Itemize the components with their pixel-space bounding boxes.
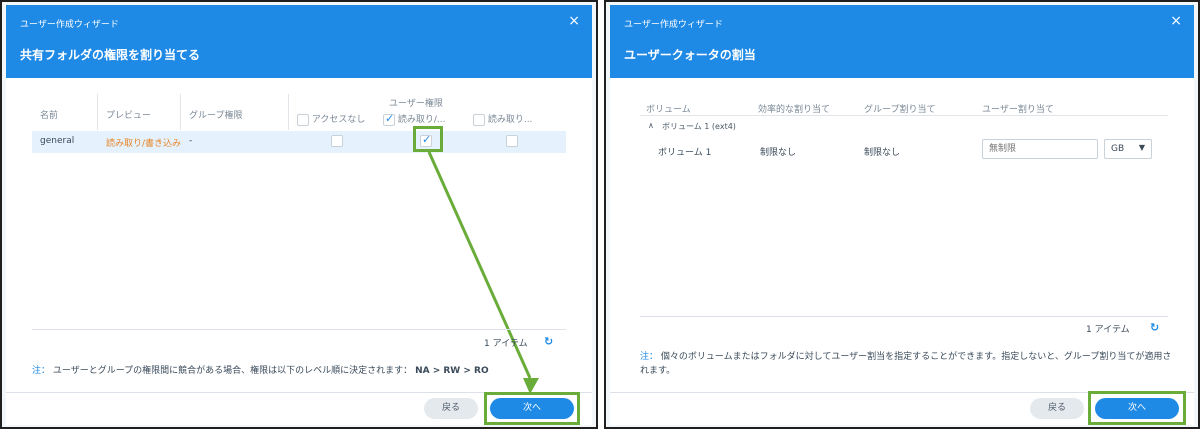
unit-value: GB [1111, 144, 1125, 154]
refresh-icon[interactable]: ↻ [1150, 321, 1159, 334]
permissions-table: 名前 プレビュー グループ権限 ユーザー権限 アクセスなし 読み取り/... 読… [32, 94, 566, 154]
volume-group-row[interactable]: ∧ ボリューム 1 (ext4) [640, 116, 1168, 136]
note: 注： 個々のボリュームまたはフォルダに対してユーザー割当を指定することができます… [640, 350, 1174, 378]
no-access-checkbox[interactable] [331, 135, 343, 147]
next-button[interactable]: 次へ [1095, 398, 1179, 419]
dialog-header: ユーザー作成ウィザード × ユーザークォータの割当 [610, 5, 1194, 78]
close-icon[interactable]: × [1170, 13, 1182, 29]
row-group-quota: 制限なし [864, 148, 901, 158]
share-permissions-dialog: ユーザー作成ウィザード × 共有フォルダの権限を割り当てる 名前 プレビュー グ… [0, 0, 598, 429]
next-button[interactable]: 次へ [490, 398, 574, 419]
chevron-up-icon[interactable]: ∧ [648, 121, 654, 130]
quota-table-header: ボリューム 効率的な割り当て グループ割り当て ユーザー割り当て [640, 94, 1168, 116]
refresh-icon[interactable]: ↻ [544, 335, 553, 348]
column-header-preview[interactable]: プレビュー [98, 94, 181, 130]
dialog-body: ボリューム 効率的な割り当て グループ割り当て ユーザー割り当て ∧ ボリューム… [610, 78, 1194, 425]
table-row[interactable]: general 読み取り/書き込み - [32, 131, 566, 153]
row-group-permission: - [189, 136, 193, 146]
table-divider [640, 316, 1168, 317]
read-only-checkbox[interactable] [506, 135, 518, 147]
row-preview: 読み取り/書き込み [106, 139, 182, 149]
column-header-user-quota[interactable]: ユーザー割り当て [982, 102, 1054, 115]
read-only-header-checkbox[interactable] [473, 113, 485, 126]
read-write-header-checkbox[interactable] [383, 113, 395, 126]
read-write-highlight-box [413, 126, 443, 152]
note: 注： ユーザーとグループの権限間に競合がある場合、権限は以下のレベル順に決定され… [32, 364, 532, 378]
dialog-header: ユーザー作成ウィザード × 共有フォルダの権限を割り当てる [6, 5, 592, 78]
item-count: 1 アイテム [1086, 325, 1130, 335]
wizard-title: ユーザー作成ウィザード [624, 20, 723, 30]
back-button[interactable]: 戻る [424, 398, 478, 419]
step-title: 共有フォルダの権限を割り当てる [20, 48, 201, 62]
row-name: general [40, 136, 75, 146]
dialog-body: 名前 プレビュー グループ権限 ユーザー権限 アクセスなし 読み取り/... 読… [6, 78, 592, 425]
note-levels: NA > RW > RO [415, 366, 489, 376]
note-text: ユーザーとグループの権限間に競合がある場合、権限は以下のレベル順に決定されます： [52, 366, 413, 376]
user-quota-input[interactable] [982, 139, 1098, 159]
step-title: ユーザークォータの割当 [624, 48, 756, 62]
item-count: 1 アイテム [484, 339, 528, 349]
column-header-effective[interactable]: 効率的な割り当て [758, 102, 830, 115]
user-quota-dialog: ユーザー作成ウィザード × ユーザークォータの割当 ボリューム 効率的な割り当て… [604, 0, 1200, 429]
volume-group-label: ボリューム 1 (ext4) [662, 122, 736, 131]
column-header-group-permission[interactable]: グループ権限 [181, 94, 289, 130]
row-effective: 制限なし [760, 148, 797, 158]
no-access-header-checkbox[interactable] [297, 113, 309, 126]
column-header-volume[interactable]: ボリューム [646, 102, 691, 115]
note-label: 注： [640, 352, 659, 362]
unit-select[interactable]: GB ▼ [1104, 139, 1152, 159]
back-button[interactable]: 戻る [1030, 398, 1084, 419]
column-header-group-quota[interactable]: グループ割り当て [864, 102, 935, 115]
note-text: 個々のボリュームまたはフォルダに対してユーザー割当を指定することができます。指定… [640, 352, 1172, 376]
table-divider [32, 329, 566, 330]
row-volume: ボリューム 1 [658, 148, 712, 158]
close-icon[interactable]: × [568, 13, 580, 29]
column-header-user-permission: ユーザー権限 アクセスなし 読み取り/... 読み取り... [289, 94, 549, 130]
dropdown-arrow-icon: ▼ [1138, 143, 1145, 152]
wizard-title: ユーザー作成ウィザード [20, 20, 119, 30]
note-label: 注： [32, 366, 51, 376]
column-header-name[interactable]: 名前 [32, 94, 98, 130]
